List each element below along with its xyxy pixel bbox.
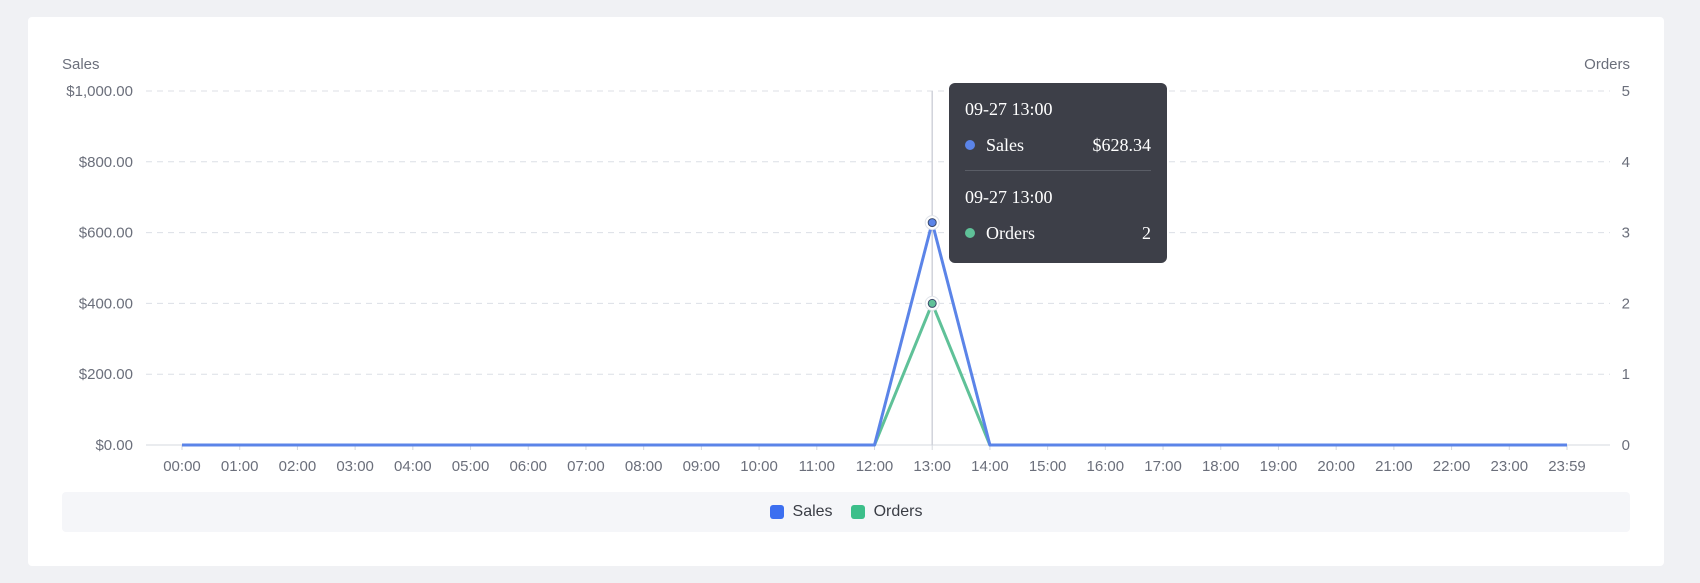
x-tick-label: 00:00 <box>163 458 201 475</box>
x-tick-label: 16:00 <box>1087 458 1125 475</box>
legend-label-sales: Sales <box>792 503 833 520</box>
x-tick-label: 05:00 <box>452 458 490 475</box>
tooltip-sales-row: Sales $628.34 <box>965 135 1151 155</box>
x-tick-label: 23:59 <box>1548 458 1586 475</box>
x-tick-label: 21:00 <box>1375 458 1413 475</box>
chart-tooltip: 09-27 13:00 Sales $628.34 09-27 13:00 Or… <box>949 83 1167 263</box>
x-tick-label: 08:00 <box>625 458 663 475</box>
series-layer <box>182 91 1567 447</box>
x-tick-label: 09:00 <box>683 458 721 475</box>
legend-label-orders: Orders <box>873 503 923 520</box>
y-tick-right: 3 <box>1622 225 1630 242</box>
data-point-sales <box>927 218 937 228</box>
x-tick-label: 10:00 <box>740 458 778 475</box>
y-tick-left: $200.00 <box>79 366 133 383</box>
y-tick-right: 4 <box>1622 154 1630 171</box>
legend: Sales Orders <box>62 492 1630 532</box>
x-tick-label: 15:00 <box>1029 458 1067 475</box>
y-tick-left: $1,000.00 <box>66 83 133 100</box>
orders-dot-icon <box>965 228 975 238</box>
y-tick-left: $0.00 <box>95 437 133 454</box>
x-tick-label: 03:00 <box>336 458 374 475</box>
series-line-sales <box>182 221 1567 447</box>
x-tick-label: 13:00 <box>913 458 951 475</box>
right-axis-title: Orders <box>1584 56 1630 73</box>
x-tick-label: 22:00 <box>1433 458 1471 475</box>
sales-orders-chart[interactable]: Sales Orders $0.00 0 $200.00 1 $400.00 2 $600.… <box>28 17 1664 566</box>
tooltip-orders-value: 2 <box>1142 223 1151 243</box>
data-point-orders <box>927 298 937 308</box>
left-axis-title: Sales <box>62 56 100 73</box>
x-tick-label: 01:00 <box>221 458 259 475</box>
x-tick-label: 23:00 <box>1491 458 1529 475</box>
legend-item-sales[interactable]: Sales <box>769 503 833 521</box>
x-tick-label: 06:00 <box>509 458 547 475</box>
y-tick-right: 1 <box>1622 366 1630 383</box>
orders-swatch-icon <box>850 505 865 519</box>
tooltip-orders-time: 09-27 13:00 <box>965 187 1053 207</box>
x-tick-label: 18:00 <box>1202 458 1240 475</box>
y-ticks: $0.00 0 $200.00 1 $400.00 2 $600.00 3 $800.00 4 $1… <box>66 83 1630 454</box>
x-tick-label: 20:00 <box>1317 458 1355 475</box>
y-tick-right: 5 <box>1622 83 1630 100</box>
x-tick-label: 12:00 <box>856 458 894 475</box>
grid-layer <box>146 90 1610 446</box>
tooltip-sales-time: 09-27 13:00 <box>965 99 1053 119</box>
y-tick-left: $800.00 <box>79 154 133 171</box>
y-tick-left: $600.00 <box>79 225 133 242</box>
tooltip-sales-name: Sales <box>986 135 1024 155</box>
tooltip-sales-value: $628.34 <box>1092 135 1152 155</box>
x-tick-label: 14:00 <box>971 458 1009 475</box>
x-tick-label: 19:00 <box>1260 458 1298 475</box>
x-ticks: 00:00 01:00 02:00 03:00 04:00 05:00 06:00 07:00… <box>163 445 1586 475</box>
x-tick-label: 11:00 <box>799 458 835 475</box>
x-tick-label: 07:00 <box>567 458 605 475</box>
tooltip-divider <box>965 170 1151 171</box>
legend-item-orders[interactable]: Orders <box>850 503 923 521</box>
y-tick-right: 0 <box>1622 437 1630 454</box>
x-tick-label: 17:00 <box>1144 458 1182 475</box>
x-tick-label: 04:00 <box>394 458 432 475</box>
tooltip-orders-name: Orders <box>986 223 1035 243</box>
sales-swatch-icon <box>769 505 784 519</box>
y-tick-right: 2 <box>1622 295 1630 312</box>
tooltip-orders-row: Orders 2 <box>965 223 1151 243</box>
x-tick-label: 02:00 <box>279 458 317 475</box>
sales-dot-icon <box>965 140 975 150</box>
y-tick-left: $400.00 <box>79 295 133 312</box>
chart-card: Sales Orders $0.00 0 $200.00 1 $400.00 2 $600.… <box>28 17 1664 566</box>
